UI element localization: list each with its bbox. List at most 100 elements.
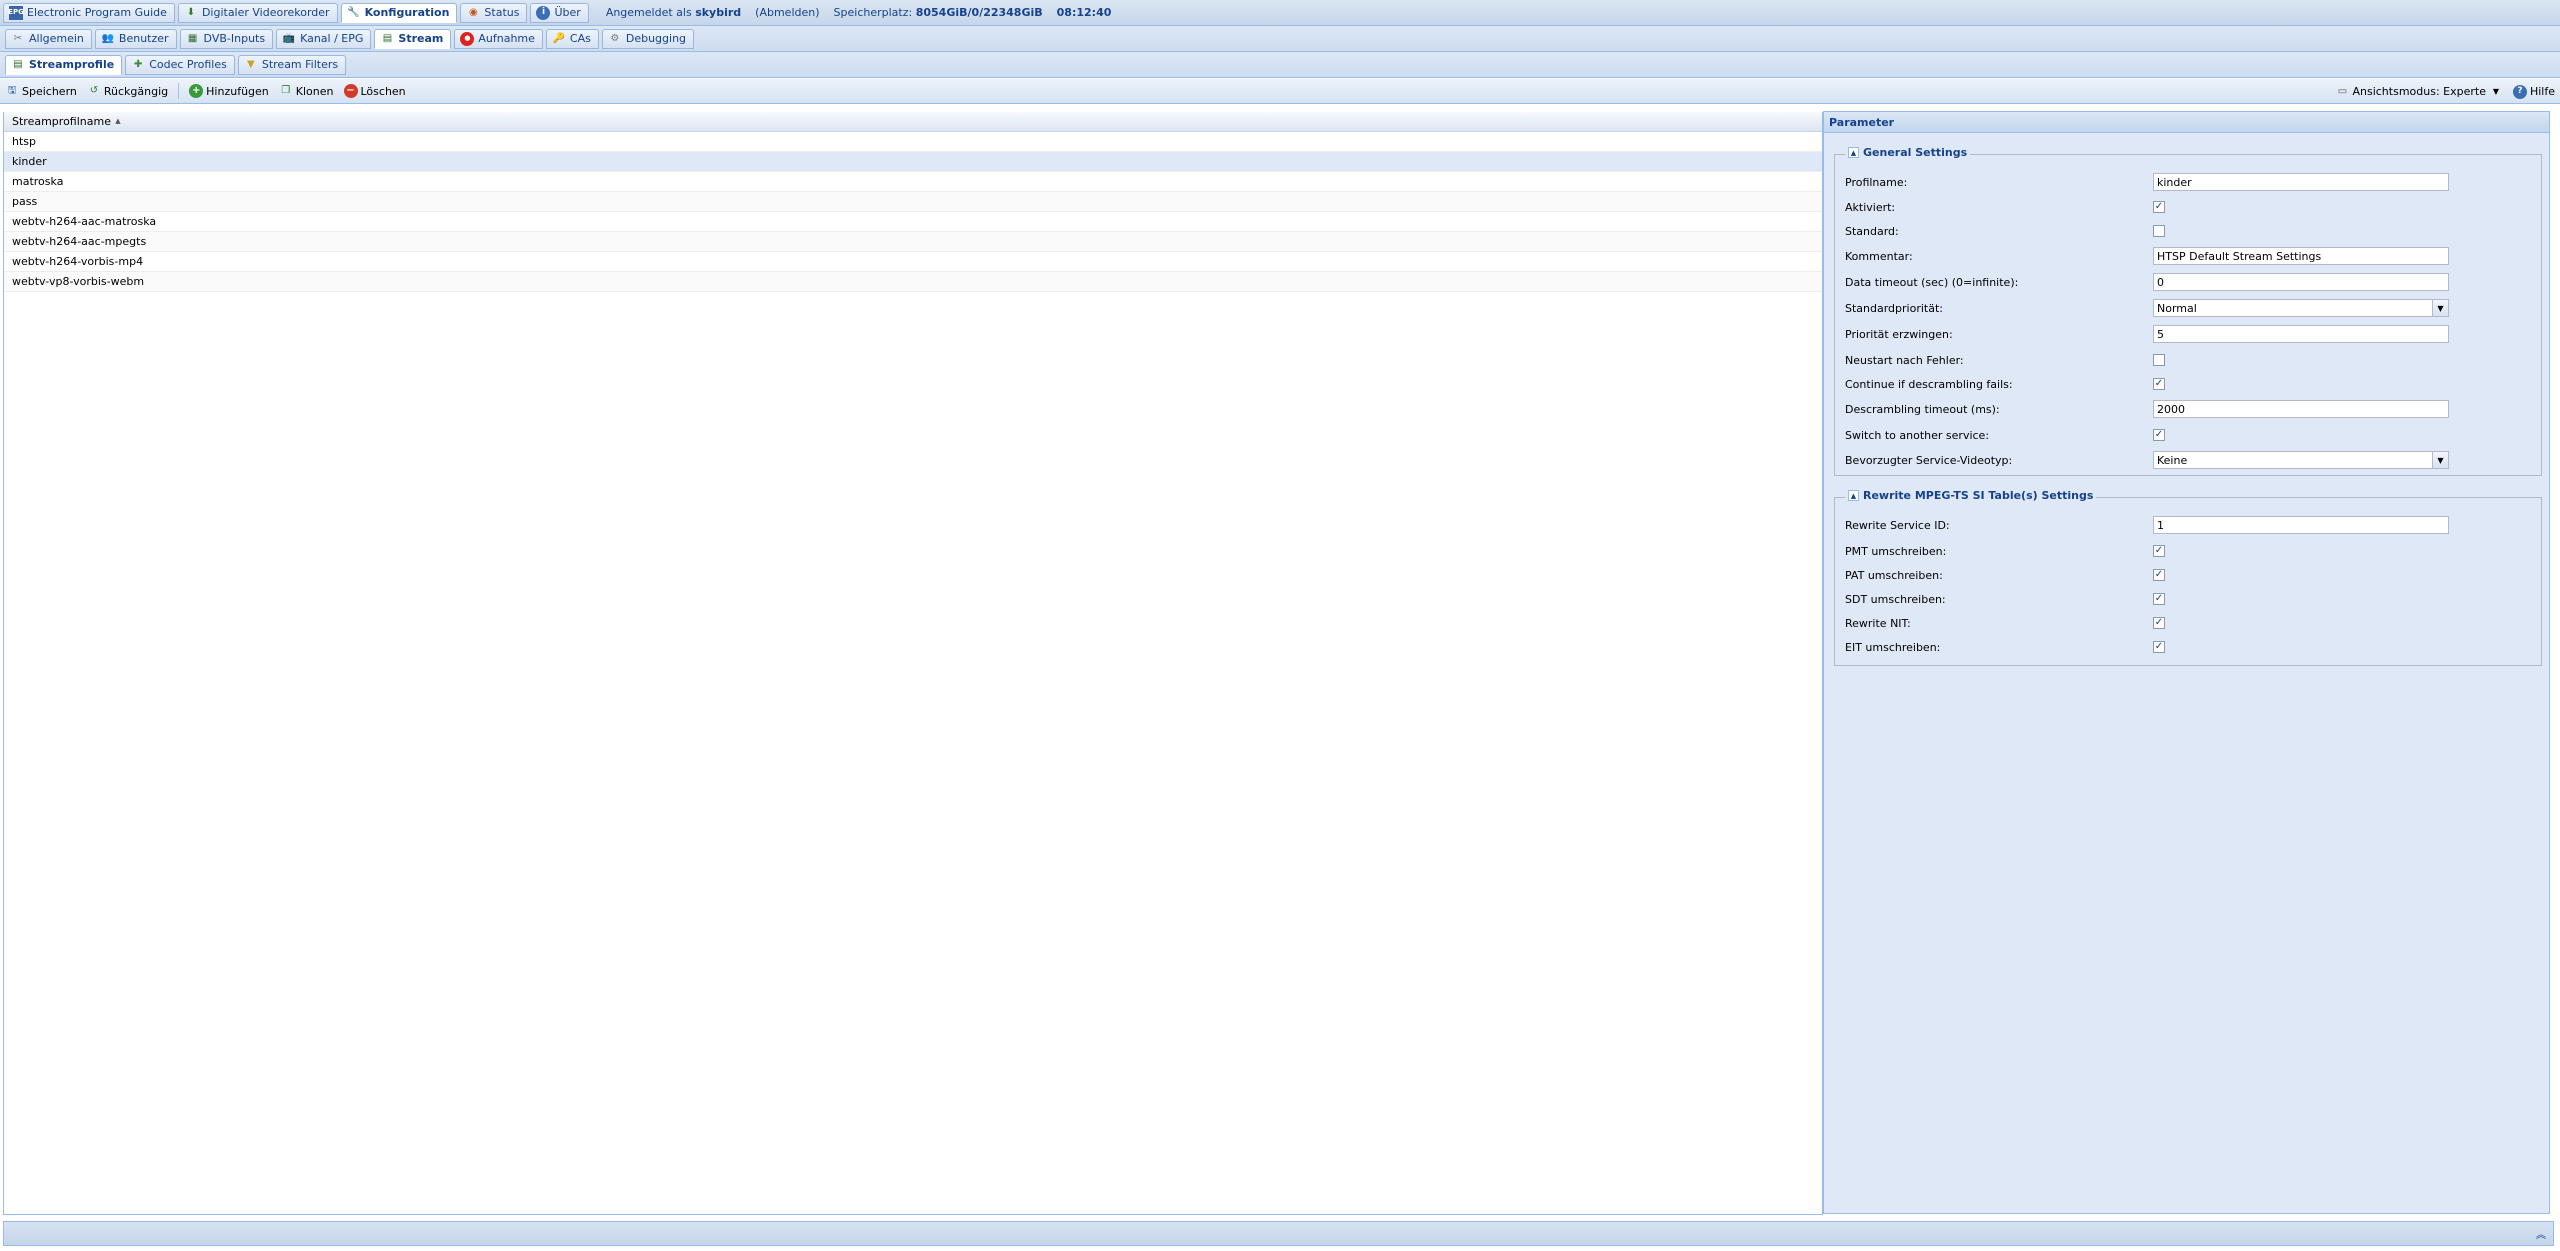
sdt-checkbox[interactable]: ✓ <box>2153 593 2165 605</box>
table-row[interactable]: matroska <box>4 172 1822 192</box>
grid-body: htsp kinder matroska pass webtv-h264-aac… <box>4 132 1822 292</box>
default-checkbox[interactable] <box>2153 225 2165 237</box>
gear-icon: ⚙ <box>610 32 620 44</box>
tab-epg[interactable]: EPG Electronic Program Guide <box>3 2 175 23</box>
tab-status-label: Status <box>484 6 520 19</box>
epg-icon: EPG <box>8 5 24 20</box>
video-type-select[interactable]: Keine ▼ <box>2153 451 2449 469</box>
logout-link[interactable]: (Abmelden) <box>755 6 819 19</box>
comment-input[interactable]: HTSP Default Stream Settings <box>2153 247 2449 265</box>
tab-configuration-label: Konfiguration <box>364 6 450 19</box>
force-priority-input[interactable]: 5 <box>2153 325 2449 343</box>
service-id-input[interactable]: 1 <box>2153 516 2449 534</box>
action-toolbar: 🖫 Speichern ↺ Rückgängig + Hinzufügen ❐ … <box>0 79 2560 104</box>
tab-configuration[interactable]: 🔧 Konfiguration <box>340 2 458 23</box>
table-row[interactable]: webtv-h264-aac-matroska <box>4 212 1822 232</box>
table-cell: pass <box>12 195 38 208</box>
tab-recording-label: Aufnahme <box>478 32 535 45</box>
data-timeout-label: Data timeout (sec) (0=infinite): <box>1845 275 2019 289</box>
descrambling-timeout-label: Descrambling timeout (ms): <box>1845 402 2000 416</box>
tab-about[interactable]: i Über <box>530 2 589 23</box>
login-status: Angemeldet als skybird <box>606 6 741 19</box>
table-row[interactable]: webtv-vp8-vorbis-webm <box>4 272 1822 292</box>
data-timeout-input[interactable]: 0 <box>2153 273 2449 291</box>
tab-dvr[interactable]: ⬇ Digitaler Videorekorder <box>177 2 338 23</box>
row-pat: PAT umschreiben: ✓ <box>1845 565 2535 585</box>
tab-stream[interactable]: ▤ Stream <box>374 28 452 49</box>
default-priority-select[interactable]: Normal ▼ <box>2153 299 2449 317</box>
wrench-icon: 🔧 <box>347 6 360 18</box>
login-user: skybird <box>695 6 742 19</box>
profile-name-label: Profilname: <box>1845 175 1908 189</box>
tab-general[interactable]: ✂ Allgemein <box>5 28 92 49</box>
table-row-selected[interactable]: kinder <box>4 152 1822 172</box>
eit-checkbox[interactable]: ✓ <box>2153 641 2165 653</box>
table-cell: webtv-h264-vorbis-mp4 <box>12 255 144 268</box>
tab-cas[interactable]: 🔑 CAs <box>545 28 599 49</box>
filter-icon: ▼ <box>246 58 255 70</box>
table-cell: kinder <box>12 155 47 168</box>
tab-users[interactable]: 👥 Benutzer <box>94 28 177 49</box>
tools-icon: ✂ <box>13 32 23 44</box>
undo-button-label: Rückgängig <box>103 84 169 98</box>
enabled-checkbox[interactable]: ✓ <box>2153 201 2165 213</box>
undo-button[interactable]: ↺ Rückgängig <box>87 84 168 98</box>
eit-label: EIT umschreiben: <box>1845 640 1941 654</box>
tv-icon: 📺 <box>282 32 296 44</box>
view-mode-button[interactable]: ▭ Ansichtsmodus: Experte ▼ <box>2335 85 2503 99</box>
status-icon: ◉ <box>469 6 478 18</box>
row-restart: Neustart nach Fehler: <box>1845 350 2535 370</box>
comment-label: Kommentar: <box>1845 249 1913 263</box>
row-continue-descrambling: Continue if descrambling fails: ✓ <box>1845 374 2535 394</box>
table-row[interactable]: webtv-h264-aac-mpegts <box>4 232 1822 252</box>
tab-recording[interactable]: ● Aufnahme <box>454 28 543 49</box>
pmt-checkbox[interactable]: ✓ <box>2153 545 2165 557</box>
continue-checkbox[interactable]: ✓ <box>2153 378 2165 390</box>
dropdown-arrow-icon[interactable]: ▼ <box>2432 452 2448 468</box>
descrambling-timeout-input[interactable]: 2000 <box>2153 400 2449 418</box>
tab-stream-label: Stream <box>398 32 444 45</box>
column-header-profile-name[interactable]: Streamprofilname <box>12 115 111 128</box>
clone-button[interactable]: ❐ Klonen <box>279 84 333 98</box>
help-button-label: Hilfe <box>2529 85 2555 98</box>
tab-codec-profiles-label: Codec Profiles <box>149 58 227 71</box>
expand-up-icon[interactable]: ︽ <box>2535 1227 2547 1241</box>
nit-label: Rewrite NIT: <box>1845 616 1911 630</box>
pat-checkbox[interactable]: ✓ <box>2153 569 2165 581</box>
row-pmt: PMT umschreiben: ✓ <box>1845 541 2535 561</box>
general-settings-legend[interactable]: ▲ General Settings <box>1845 146 1971 159</box>
delete-icon: − <box>343 84 358 98</box>
restart-label: Neustart nach Fehler: <box>1845 353 1964 367</box>
tab-debugging[interactable]: ⚙ Debugging <box>601 28 695 49</box>
nit-checkbox[interactable]: ✓ <box>2153 617 2165 629</box>
tab-stream-filters[interactable]: ▼ Stream Filters <box>237 54 347 75</box>
table-cell: matroska <box>12 175 64 188</box>
tab-channel-epg[interactable]: 📺 Kanal / EPG <box>276 28 372 49</box>
dvb-card-icon: ▦ <box>187 32 198 44</box>
help-button[interactable]: ? Hilfe <box>2512 84 2555 99</box>
table-row[interactable]: htsp <box>4 132 1822 152</box>
profile-name-input[interactable]: kinder <box>2153 173 2449 191</box>
dropdown-arrow-icon[interactable]: ▼ <box>2432 300 2448 316</box>
save-button[interactable]: 🖫 Speichern <box>5 84 77 98</box>
table-row[interactable]: webtv-h264-vorbis-mp4 <box>4 252 1822 272</box>
tab-codec-profiles[interactable]: ✚ Codec Profiles <box>125 54 235 75</box>
switch-service-label: Switch to another service: <box>1845 428 1990 442</box>
tab-dvb-inputs[interactable]: ▦ DVB-Inputs <box>179 28 274 49</box>
collapse-icon[interactable]: ▲ <box>1848 147 1859 158</box>
collapse-icon[interactable]: ▲ <box>1848 490 1859 501</box>
tab-general-label: Allgemein <box>29 32 84 45</box>
restart-checkbox[interactable] <box>2153 354 2165 366</box>
toolbar-right: ▭ Ansichtsmodus: Experte ▼ ? Hilfe <box>2335 79 2555 104</box>
tab-status[interactable]: ◉ Status <box>460 2 528 23</box>
sdt-label: SDT umschreiben: <box>1845 592 1946 606</box>
storage-value: 8054GiB/0/22348GiB <box>915 6 1043 19</box>
tab-epg-label: Electronic Program Guide <box>27 6 167 19</box>
tab-stream-profiles[interactable]: ▤ Streamprofile <box>5 54 123 75</box>
rewrite-settings-legend[interactable]: ▲ Rewrite MPEG-TS SI Table(s) Settings <box>1845 489 2097 502</box>
table-row[interactable]: pass <box>4 192 1822 212</box>
add-button[interactable]: + Hinzufügen <box>189 84 269 98</box>
delete-button[interactable]: − Löschen <box>343 84 406 98</box>
storage-label: Speicherplatz: <box>833 6 913 19</box>
switch-service-checkbox[interactable]: ✓ <box>2153 429 2165 441</box>
